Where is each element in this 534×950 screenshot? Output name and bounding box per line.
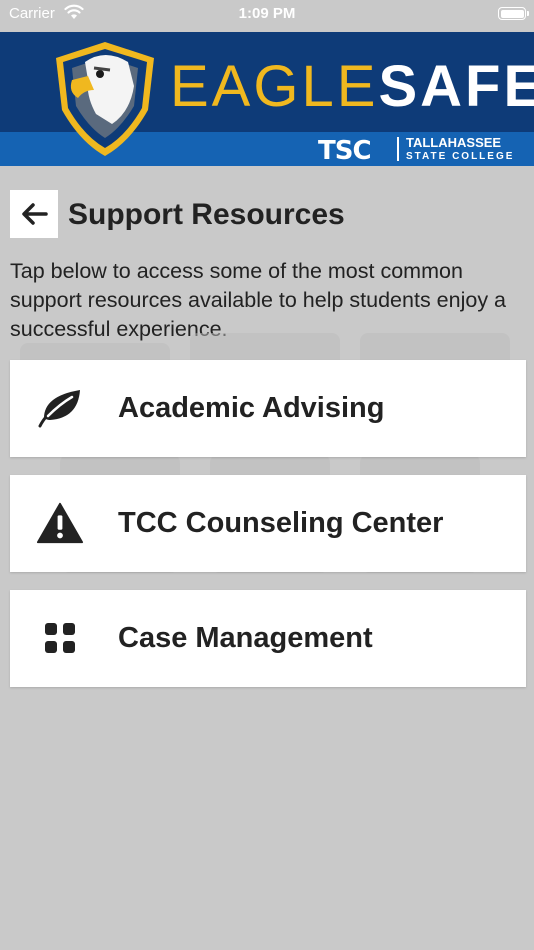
college-abbrev: TSC xyxy=(318,136,372,166)
status-bar: Carrier 1:09 PM xyxy=(0,0,534,32)
college-name: TALLAHASSEE xyxy=(406,135,502,150)
resource-label: Case Management xyxy=(118,622,373,654)
college-subname: STATE COLLEGE xyxy=(406,151,515,162)
warning-icon xyxy=(36,502,84,544)
eagle-crest-logo xyxy=(50,40,160,163)
resource-card-counseling-center[interactable]: TCC Counseling Center xyxy=(10,475,526,572)
resource-label: TCC Counseling Center xyxy=(118,507,444,539)
app-banner: EAGLESAFE TSC TALLAHASSEE STATE COLLEGE xyxy=(0,32,534,166)
app-title-part1: EAGLE xyxy=(170,54,379,119)
back-button[interactable] xyxy=(10,190,58,238)
clock: 1:09 PM xyxy=(238,5,296,22)
grid-icon xyxy=(36,618,84,658)
battery-icon xyxy=(498,7,529,20)
leaf-icon xyxy=(36,388,84,428)
app-title-part2: SAFE xyxy=(378,54,534,119)
app-title: EAGLESAFE xyxy=(170,58,534,116)
resource-card-case-management[interactable]: Case Management xyxy=(10,590,526,687)
intro-text: Tap below to access some of the most com… xyxy=(10,259,507,341)
resource-label: Academic Advising xyxy=(118,392,385,424)
arrow-left-icon xyxy=(22,203,48,225)
resource-card-academic-advising[interactable]: Academic Advising xyxy=(10,360,526,457)
logo-divider xyxy=(397,137,399,161)
page-title: Support Resources xyxy=(68,198,345,231)
page-header: Support Resources xyxy=(10,190,524,240)
